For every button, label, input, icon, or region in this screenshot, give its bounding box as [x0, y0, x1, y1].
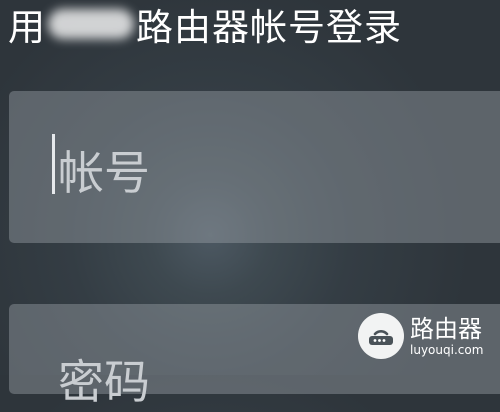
- watermark-name: 路由器: [410, 315, 482, 343]
- login-title-suffix: 路由器帐号登录: [136, 6, 402, 49]
- login-title: 用 路由器帐号登录: [8, 2, 402, 49]
- redacted-brand: [48, 9, 134, 39]
- login-title-prefix: 用: [8, 6, 46, 49]
- watermark-url: luyouqi.com: [410, 343, 484, 357]
- account-placeholder: 帐号: [58, 146, 150, 200]
- password-placeholder: 密码: [58, 355, 150, 409]
- text-cursor: [52, 134, 55, 194]
- account-field[interactable]: 帐号: [9, 91, 500, 243]
- watermark: 路由器 luyouqi.com: [358, 313, 483, 359]
- router-icon: [358, 313, 404, 359]
